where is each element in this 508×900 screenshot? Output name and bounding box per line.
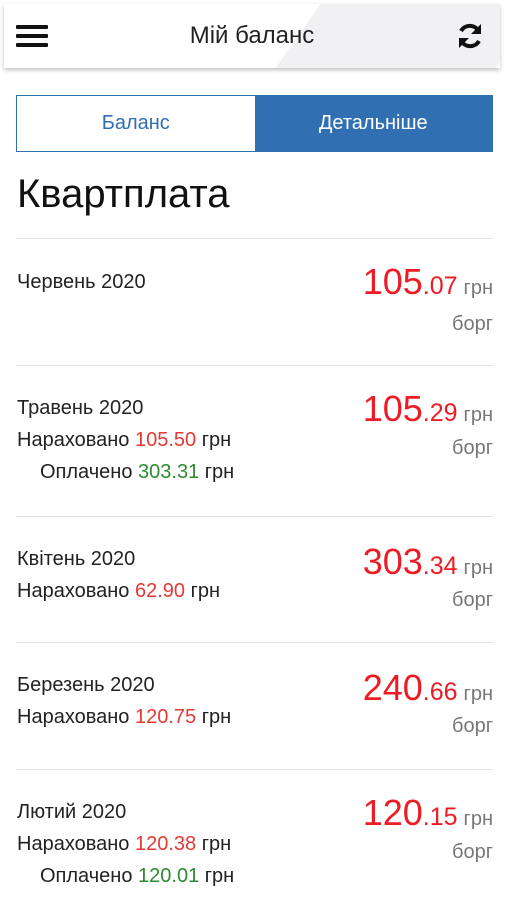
tab-bar: Баланс Детальніше xyxy=(16,95,493,152)
currency-label: грн xyxy=(463,683,493,705)
paid-label: Оплачено xyxy=(40,865,133,887)
amount-integer: 105 xyxy=(362,261,423,302)
status-label: борг xyxy=(452,313,493,335)
amount-integer: 120 xyxy=(362,792,423,833)
list-item[interactable]: Березень 2020 Нараховано 120.75 грн 240.… xyxy=(16,643,493,769)
currency-label: грн xyxy=(201,706,232,728)
paid-line: Оплачено 120.01 грн xyxy=(40,865,234,888)
list-item[interactable]: Червень 2020 105.07 грн борг xyxy=(16,239,493,365)
paid-line: Оплачено 303.31 грн xyxy=(40,461,234,484)
month-label: Квітень 2020 xyxy=(17,548,136,570)
accrued-line: Нараховано 120.38 грн xyxy=(17,833,231,856)
paid-value: 120.01 xyxy=(138,865,200,887)
list-item[interactable]: Лютий 2020 Нараховано 120.38 грн Оплачен… xyxy=(16,770,493,898)
status-label: борг xyxy=(452,437,493,459)
accrued-value: 62.90 xyxy=(134,580,186,602)
accrued-label: Нараховано xyxy=(17,833,130,855)
currency-label: грн xyxy=(463,557,493,579)
accrued-value: 120.75 xyxy=(134,706,197,728)
amount-integer: 240 xyxy=(362,667,423,708)
accrued-line: Нараховано 62.90 грн xyxy=(17,580,220,603)
paid-label: Оплачено xyxy=(40,461,133,483)
month-label: Червень 2020 xyxy=(17,271,146,293)
currency-label: грн xyxy=(190,580,221,602)
amount-decimal: .34 xyxy=(422,552,458,580)
amount: 120.15 грн xyxy=(363,792,493,834)
list-item[interactable]: Травень 2020 Нараховано 105.50 грн Оплач… xyxy=(16,366,493,516)
paid-value: 303.31 xyxy=(138,461,200,483)
amount: 105.29 грн xyxy=(363,388,493,430)
status-label: борг xyxy=(452,841,493,863)
currency-label: грн xyxy=(463,277,493,299)
accrued-value: 105.50 xyxy=(134,429,197,451)
status-label: борг xyxy=(452,589,493,611)
amount-integer: 105 xyxy=(362,388,423,429)
amount: 105.07 грн xyxy=(363,261,493,303)
accrued-label: Нараховано xyxy=(17,706,130,728)
currency-label: грн xyxy=(204,865,235,887)
section-title: Квартплата xyxy=(17,172,230,216)
tab-details[interactable]: Детальніше xyxy=(254,96,492,151)
accrued-label: Нараховано xyxy=(17,429,130,451)
amount-decimal: .29 xyxy=(422,399,458,427)
amount-integer: 303 xyxy=(362,541,423,582)
currency-label: грн xyxy=(204,461,235,483)
hamburger-menu-icon[interactable] xyxy=(16,22,48,50)
month-label: Травень 2020 xyxy=(17,397,144,419)
tab-balance[interactable]: Баланс xyxy=(17,96,255,151)
amount-decimal: .07 xyxy=(422,272,458,300)
amount-decimal: .15 xyxy=(422,803,458,831)
amount: 240.66 грн xyxy=(363,667,493,709)
app-bar: Мій баланс xyxy=(4,4,500,68)
amount-decimal: .66 xyxy=(422,678,458,706)
currency-label: грн xyxy=(201,429,232,451)
page-title: Мій баланс xyxy=(189,22,315,49)
status-label: борг xyxy=(452,715,493,737)
accrued-line: Нараховано 105.50 грн xyxy=(17,429,231,452)
currency-label: грн xyxy=(463,404,493,426)
amount: 303.34 грн xyxy=(363,541,493,583)
currency-label: грн xyxy=(463,808,493,830)
month-label: Березень 2020 xyxy=(17,674,155,696)
list-item[interactable]: Квітень 2020 Нараховано 62.90 грн 303.34… xyxy=(16,517,493,642)
accrued-label: Нараховано xyxy=(17,580,130,602)
month-label: Лютий 2020 xyxy=(17,801,127,823)
accrued-value: 120.38 xyxy=(134,833,197,855)
currency-label: грн xyxy=(201,833,232,855)
refresh-icon[interactable] xyxy=(454,20,486,52)
accrued-line: Нараховано 120.75 грн xyxy=(17,706,231,729)
